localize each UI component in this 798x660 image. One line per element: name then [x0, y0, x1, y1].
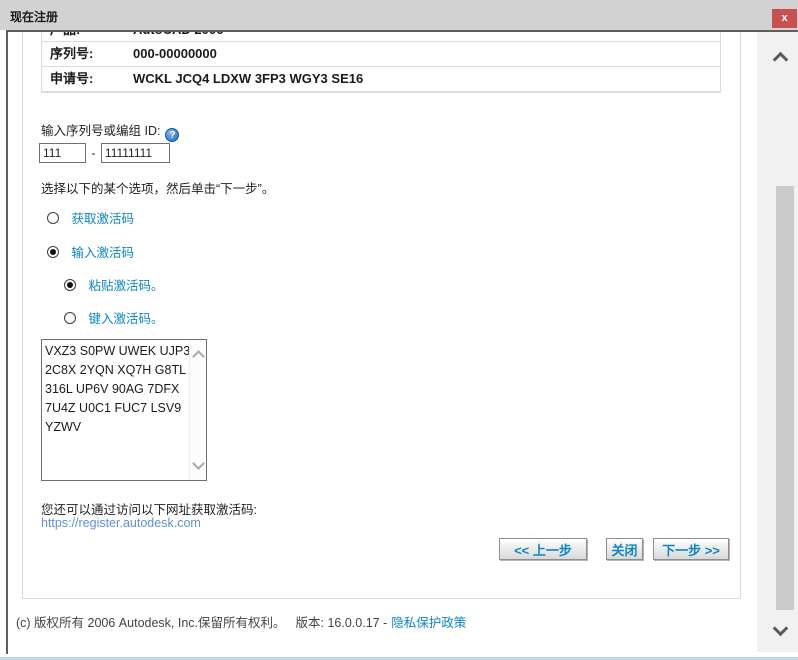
activation-code-text[interactable]: VXZ3 S0PW UWEK UJP3 2C8X 2YQN XQ7H G8TL … [45, 342, 190, 437]
textarea-scrollbar[interactable] [189, 340, 206, 480]
instruction-text: 选择以下的某个选项，然后单击“下一步”。 [41, 182, 275, 196]
register-now-dialog: 现在注册 x 产品:AutoCAD 2006 序列号: 000-00000000 … [0, 0, 798, 660]
close-button[interactable]: 关闭 [606, 538, 643, 560]
back-button[interactable]: << 上一步 [499, 538, 587, 560]
scrollbar-thumb[interactable] [776, 186, 794, 610]
request-code-label: 申请号: [50, 71, 94, 86]
privacy-policy-link[interactable]: 隐私保护政策 [391, 616, 466, 630]
radio-circle-selected[interactable] [64, 278, 76, 291]
radio-circle-unselected[interactable] [47, 211, 59, 224]
copyright-text: (c) 版权所有 2006 Autodesk, Inc.保留所有权利。 [16, 616, 286, 630]
radio-label[interactable]: 粘贴激活码。 [88, 275, 163, 294]
chevron-down-icon[interactable] [192, 457, 205, 470]
content-panel: 产品:AutoCAD 2006 序列号: 000-00000000 申请号: WCK… [22, 32, 741, 599]
register-url-link[interactable]: https://register.autodesk.com [41, 516, 201, 530]
chevron-up-icon[interactable] [192, 350, 205, 363]
serial-suffix-input[interactable] [100, 143, 170, 163]
table-row-serial: 序列号: 000-00000000 [42, 42, 720, 67]
radio-get-activation-code[interactable]: 获取激活码 [47, 208, 134, 226]
window-scrollbar[interactable] [757, 32, 798, 652]
activation-code-textarea[interactable]: VXZ3 S0PW UWEK UJP3 2C8X 2YQN XQ7H G8TL … [41, 339, 207, 481]
radio-label[interactable]: 输入激活码 [71, 242, 134, 261]
serial-separator: - [91, 146, 96, 160]
scroll-up-icon[interactable] [772, 51, 789, 68]
request-code-value: WCKL JCQ4 LDXW 3FP3 WGY3 SE16 [133, 71, 364, 86]
serial-value: 000-00000000 [133, 46, 217, 61]
radio-label[interactable]: 键入激活码。 [88, 308, 163, 327]
frame-left-border [6, 30, 8, 654]
radio-circle-unselected[interactable] [64, 311, 76, 324]
product-info-table: 产品:AutoCAD 2006 序列号: 000-00000000 申请号: WCK… [41, 32, 721, 93]
radio-circle-selected[interactable] [47, 245, 59, 258]
radio-enter-activation-code[interactable]: 输入激活码 [47, 242, 134, 260]
next-button[interactable]: 下一步 >> [653, 538, 729, 560]
title-bar: 现在注册 x [0, 0, 798, 30]
serial-label: 序列号: [50, 46, 94, 61]
serial-input-group: - [39, 143, 170, 163]
table-row-request-code: 申请号: WCKL JCQ4 LDXW 3FP3 WGY3 SE16 [42, 67, 720, 92]
table-row-product: 产品:AutoCAD 2006 [42, 32, 720, 42]
radio-type-activation-code[interactable]: 键入激活码。 [64, 308, 163, 326]
product-label: 产品: [50, 32, 133, 41]
serial-prefix-input[interactable] [39, 143, 86, 163]
footer: (c) 版权所有 2006 Autodesk, Inc.保留所有权利。 版本: 1… [16, 612, 466, 631]
version-text: 版本: 16.0.0.17 - [295, 616, 388, 630]
radio-label[interactable]: 获取激活码 [71, 208, 134, 227]
dialog-title: 现在注册 [10, 10, 59, 24]
radio-paste-activation-code[interactable]: 粘贴激活码。 [64, 275, 163, 293]
close-icon[interactable]: x [772, 9, 797, 28]
serial-entry-label: 输入序列号或编组 ID:? [41, 120, 180, 142]
scroll-down-icon[interactable] [772, 620, 789, 637]
product-value: AutoCAD 2006 [133, 32, 223, 37]
help-icon[interactable]: ? [165, 128, 180, 142]
